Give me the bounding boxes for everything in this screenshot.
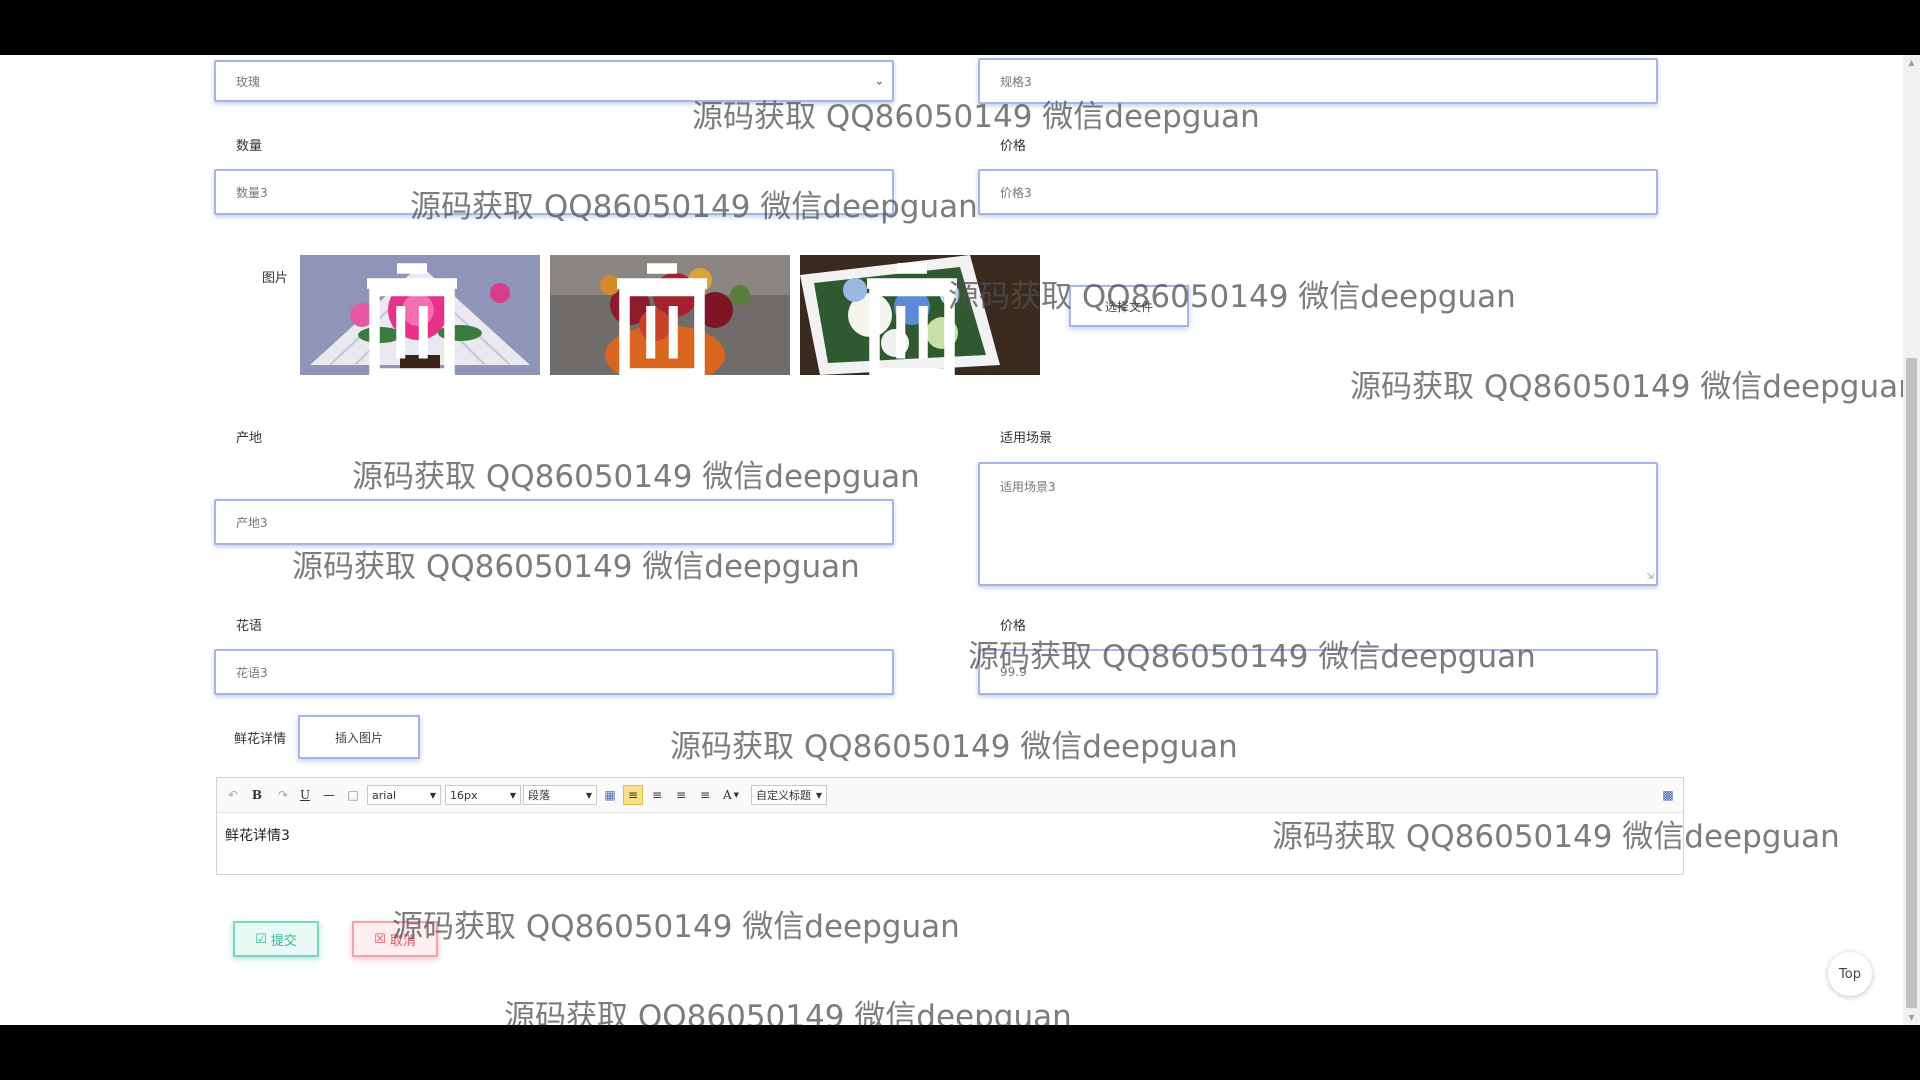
trash-icon[interactable]: [800, 261, 1032, 375]
origin-input[interactable]: 产地3: [214, 499, 894, 545]
scroll-up-icon[interactable]: ▲: [1903, 55, 1920, 70]
price-input-value: 价格3: [1000, 185, 1032, 200]
custom-title-select[interactable]: 自定义标题 ▼: [751, 785, 827, 805]
bold-icon[interactable]: B: [249, 785, 265, 805]
insert-image-label: 插入图片: [334, 730, 383, 745]
undo-icon[interactable]: ↶: [225, 785, 241, 805]
scene-label: 适用场景: [1000, 431, 1053, 446]
custom-title-value: 自定义标题: [756, 789, 811, 802]
flower-language-label: 花语: [236, 619, 263, 634]
caret-down-icon: ▼: [585, 790, 592, 800]
font-size-value: 16px: [450, 788, 478, 802]
caret-down-icon: ▼: [509, 790, 516, 800]
scene-textarea[interactable]: 适用场景3 ⇲: [978, 462, 1658, 586]
scene-textarea-value: 适用场景3: [1000, 480, 1056, 494]
trash-icon[interactable]: [300, 261, 532, 375]
cancel-label: 取消: [389, 933, 416, 949]
align-right-icon[interactable]: ≡: [647, 785, 667, 805]
watermark-text: 源码获取 QQ86050149 微信deepguan: [392, 909, 960, 945]
font-size-select[interactable]: 16px ▼: [445, 785, 521, 805]
choose-file-label: 选择文件: [1104, 299, 1153, 314]
submit-label: 提交: [270, 933, 297, 949]
page-viewport: 玫瑰 ⌄ 规格3 数量 价格 数量3 价格3 图片 选择文件 产地 适用场景 产…: [0, 55, 1920, 1025]
font-family-select[interactable]: arial ▼: [367, 785, 441, 805]
origin-label: 产地: [236, 431, 263, 446]
category-select[interactable]: 玫瑰 ⌄: [214, 60, 894, 102]
flower-image-3: [800, 255, 1040, 375]
origin-input-value: 产地3: [236, 515, 268, 530]
cancel-button[interactable]: ☒ 取消: [352, 921, 438, 957]
table-icon[interactable]: ▦: [601, 785, 619, 805]
close-box-icon: ☒: [374, 931, 386, 947]
spec-field-value: 规格3: [1000, 74, 1032, 89]
watermark-text: 源码获取 QQ86050149 微信deepguan: [1350, 369, 1918, 405]
back-to-top-button[interactable]: Top: [1828, 952, 1872, 996]
flower-image-1: [300, 255, 540, 375]
spec-field[interactable]: 规格3: [978, 58, 1658, 104]
paragraph-select[interactable]: 段落 ▼: [523, 785, 597, 805]
price2-label: 价格: [1000, 619, 1027, 634]
watermark-text: 源码获取 QQ86050149 微信deepguan: [352, 459, 920, 495]
flower-language-input-value: 花语3: [236, 665, 268, 680]
check-box-icon: ☑: [255, 931, 267, 947]
fullscreen-icon[interactable]: ▩: [1659, 785, 1677, 805]
rich-text-editor[interactable]: ↶ ↷ B U — □ arial ▼ 16px ▼ 段落 ▼ ▦ ≡ ≡ ≡ …: [216, 777, 1684, 875]
watermark-text: 源码获取 QQ86050149 微信deepguan: [670, 729, 1238, 765]
trash-icon[interactable]: [550, 261, 782, 375]
horizontal-rule-icon[interactable]: —: [321, 785, 337, 805]
choose-file-button[interactable]: 选择文件: [1069, 285, 1189, 327]
category-select-value: 玫瑰: [236, 74, 261, 89]
price-label: 价格: [1000, 139, 1027, 154]
align-center-icon[interactable]: ≡: [671, 785, 691, 805]
align-justify-icon[interactable]: ≡: [695, 785, 715, 805]
watermark-text: 源码获取 QQ86050149 微信deepguan: [292, 549, 860, 585]
resize-handle-icon[interactable]: ⇲: [1646, 573, 1654, 582]
caret-down-icon: ▼: [733, 791, 740, 799]
editor-content[interactable]: 鲜花详情3: [217, 813, 1683, 857]
quantity-input[interactable]: 数量3: [214, 169, 894, 215]
flower-image-2: [550, 255, 790, 375]
quantity-label: 数量: [236, 139, 263, 154]
submit-button[interactable]: ☑ 提交: [233, 921, 319, 957]
quantity-input-value: 数量3: [236, 185, 268, 200]
editor-toolbar: ↶ ↷ B U — □ arial ▼ 16px ▼ 段落 ▼ ▦ ≡ ≡ ≡ …: [217, 778, 1683, 813]
watermark-text: 源码获取 QQ86050149 微信deepguan: [504, 999, 1072, 1025]
scrollbar-thumb[interactable]: [1906, 358, 1917, 1008]
scroll-down-icon[interactable]: ▼: [1903, 1010, 1920, 1025]
flower-language-input[interactable]: 花语3: [214, 649, 894, 695]
font-family-value: arial: [372, 788, 397, 802]
underline-icon[interactable]: U: [297, 785, 313, 805]
insert-image-button[interactable]: 插入图片: [298, 715, 420, 759]
images-label: 图片: [262, 271, 289, 286]
vertical-scrollbar[interactable]: ▲ ▼: [1903, 55, 1920, 1025]
caret-down-icon: ▼: [429, 790, 436, 800]
details-label: 鲜花详情: [234, 732, 287, 747]
price2-input[interactable]: 99.9: [978, 649, 1658, 695]
price-input[interactable]: 价格3: [978, 169, 1658, 215]
font-color-icon[interactable]: A ▼: [719, 785, 743, 805]
back-to-top-label: Top: [1839, 966, 1861, 982]
chevron-down-icon: ⌄: [874, 74, 884, 88]
caret-down-icon: ▼: [815, 790, 822, 800]
redo-icon[interactable]: ↷: [275, 785, 291, 805]
align-left-icon[interactable]: ≡: [623, 785, 643, 805]
blank-page-icon[interactable]: □: [345, 785, 361, 805]
paragraph-value: 段落: [528, 789, 550, 802]
price2-input-value: 99.9: [1000, 665, 1027, 679]
